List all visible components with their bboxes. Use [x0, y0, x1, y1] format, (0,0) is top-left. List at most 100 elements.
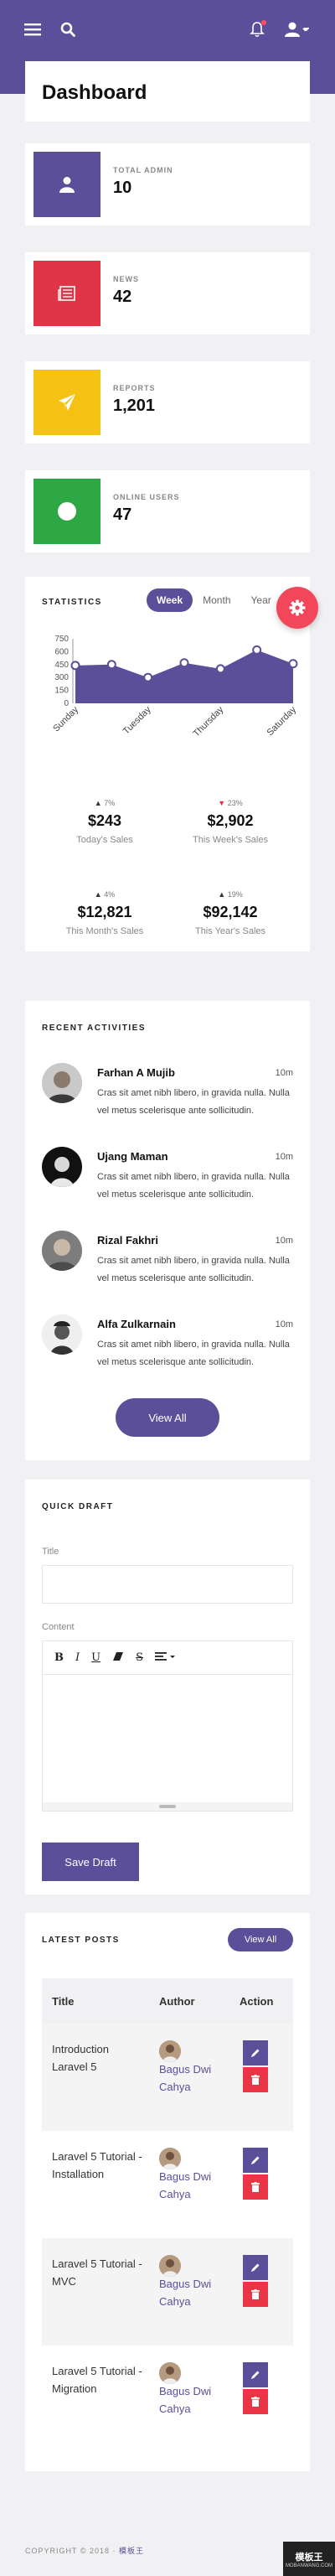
kpi-week: ▼ 23% $2,902 This Week's Sales: [168, 799, 293, 845]
data-point[interactable]: [143, 672, 153, 682]
activity-text: Cras sit amet nibh libero, in gravida nu…: [97, 1088, 290, 1116]
hamburger-icon[interactable]: [22, 18, 44, 40]
edit-button[interactable]: [243, 2040, 268, 2065]
caret-up-icon: ▲: [94, 799, 102, 807]
activity-name: Rizal Fakhri: [97, 1234, 158, 1247]
watermark-text: 模板王: [295, 2552, 323, 2563]
post-author[interactable]: Bagus Dwi Cahya: [159, 2275, 226, 2310]
strikethrough-button[interactable]: S: [136, 1651, 143, 1664]
post-title[interactable]: Laravel 5 Tutorial - Migration: [52, 2362, 144, 2397]
stat-card-news[interactable]: NEWS 42: [25, 252, 310, 334]
activity-item[interactable]: Alfa Zulkarnain 10m Cras sit amet nibh l…: [42, 1314, 293, 1390]
delete-button[interactable]: [243, 2389, 268, 2414]
table-row: Laravel 5 Tutorial - Migration Bagus Dwi…: [42, 2345, 293, 2453]
view-all-activities-button[interactable]: View All: [116, 1398, 219, 1437]
settings-fab[interactable]: [276, 587, 318, 629]
avatar: [42, 1314, 82, 1355]
data-point[interactable]: [215, 664, 225, 674]
avatar: [159, 2362, 181, 2384]
edit-button[interactable]: [243, 2362, 268, 2387]
activity-item[interactable]: Farhan A Mujib 10m Cras sit amet nibh li…: [42, 1063, 293, 1138]
delete-button[interactable]: [243, 2282, 268, 2307]
caret-up-icon: ▲: [218, 890, 226, 899]
x-tick-label: Thursday: [192, 704, 226, 739]
title-input[interactable]: [42, 1565, 293, 1604]
edit-button[interactable]: [243, 2255, 268, 2280]
post-author[interactable]: Bagus Dwi Cahya: [159, 2060, 226, 2096]
stat-label: REPORTS: [113, 384, 156, 392]
save-draft-button[interactable]: Save Draft: [42, 1843, 139, 1881]
tab-week[interactable]: Week: [147, 588, 193, 612]
user-icon[interactable]: [281, 18, 312, 40]
column-header: Action: [240, 1995, 274, 2008]
stat-value: 10: [113, 179, 132, 197]
align-dropdown[interactable]: [155, 1651, 177, 1665]
title-field-label: Title: [42, 1547, 59, 1557]
table-row: Introduction Laravel 5 Bagus Dwi Cahya: [42, 2024, 293, 2131]
post-title[interactable]: Laravel 5 Tutorial - MVC: [52, 2255, 144, 2290]
tab-year[interactable]: Year: [241, 588, 281, 612]
bold-button[interactable]: B: [54, 1651, 64, 1664]
y-tick-label: 750: [54, 635, 69, 644]
table-header: Title Author Action: [42, 1978, 293, 2024]
page-title-card: Dashboard: [25, 61, 310, 122]
x-tick-label: Tuesday: [121, 704, 153, 736]
area-series: [75, 650, 293, 703]
content-editor[interactable]: B I U S: [42, 1640, 293, 1811]
notification-dot: [261, 20, 266, 25]
view-all-posts-button[interactable]: View All: [228, 1928, 293, 1951]
stat-value: 47: [113, 505, 132, 524]
editor-resize-handle[interactable]: [43, 1802, 292, 1811]
stat-card-total-admin[interactable]: TOTAL ADMIN 10: [25, 143, 310, 225]
circle-icon: [34, 479, 100, 544]
kpi-change: ▲ 19%: [218, 890, 243, 899]
activity-item[interactable]: Rizal Fakhri 10m Cras sit amet nibh libe…: [42, 1231, 293, 1306]
watermark-logo: 模板王 MOBANWANG.COM: [283, 2542, 335, 2576]
content-field-label: Content: [42, 1622, 75, 1632]
activity-name: Farhan A Mujib: [97, 1066, 175, 1079]
y-tick-label: 300: [54, 673, 69, 682]
delete-button[interactable]: [243, 2174, 268, 2200]
pencil-icon: [251, 2263, 260, 2272]
activity-text: Cras sit amet nibh libero, in gravida nu…: [97, 1340, 290, 1367]
italic-button[interactable]: I: [75, 1651, 80, 1664]
post-author[interactable]: Bagus Dwi Cahya: [159, 2382, 226, 2418]
stat-card-online-users[interactable]: ONLINE USERS 47: [25, 470, 310, 552]
footer-brand-link[interactable]: 模板王: [119, 2547, 144, 2555]
y-tick-label: 150: [54, 687, 69, 696]
post-title[interactable]: Introduction Laravel 5: [52, 2040, 144, 2076]
activity-time: 10m: [275, 1236, 293, 1246]
data-point[interactable]: [70, 661, 80, 671]
data-point[interactable]: [106, 660, 116, 670]
latest-posts-card: LATEST POSTS View All Title Author Actio…: [25, 1913, 310, 2471]
activity-time: 10m: [275, 1152, 293, 1162]
posts-table: Title Author Action Introduction Laravel…: [42, 1978, 293, 2453]
caret-up-icon: ▲: [94, 890, 102, 899]
kpi-label: This Year's Sales: [194, 926, 266, 936]
page-title: Dashboard: [42, 81, 147, 104]
post-author[interactable]: Bagus Dwi Cahya: [159, 2168, 226, 2203]
post-title[interactable]: Laravel 5 Tutorial - Installation: [52, 2148, 144, 2183]
activity-text: Cras sit amet nibh libero, in gravida nu…: [97, 1256, 290, 1283]
avatar: [42, 1231, 82, 1271]
kpi-change: ▼ 23%: [218, 799, 243, 807]
activity-item[interactable]: Ujang Maman 10m Cras sit amet nibh liber…: [42, 1147, 293, 1222]
activity-time: 10m: [275, 1319, 293, 1329]
data-point[interactable]: [252, 645, 262, 655]
eraser-icon[interactable]: [112, 1651, 124, 1665]
kpi-value: $92,142: [203, 904, 258, 920]
table-row: Laravel 5 Tutorial - MVC Bagus Dwi Cahya: [42, 2238, 293, 2345]
data-point[interactable]: [179, 658, 189, 668]
search-icon[interactable]: [57, 18, 79, 40]
bell-icon[interactable]: [246, 18, 268, 40]
underline-button[interactable]: U: [91, 1651, 100, 1664]
trash-icon: [251, 2075, 260, 2085]
data-point[interactable]: [288, 659, 298, 669]
kpi-label: This Week's Sales: [193, 835, 268, 845]
table-row: Laravel 5 Tutorial - Installation Bagus …: [42, 2131, 293, 2238]
tab-month[interactable]: Month: [193, 588, 240, 612]
edit-button[interactable]: [243, 2148, 268, 2173]
stat-card-reports[interactable]: REPORTS 1,201: [25, 361, 310, 443]
kpi-label: This Month's Sales: [65, 926, 144, 936]
delete-button[interactable]: [243, 2067, 268, 2092]
